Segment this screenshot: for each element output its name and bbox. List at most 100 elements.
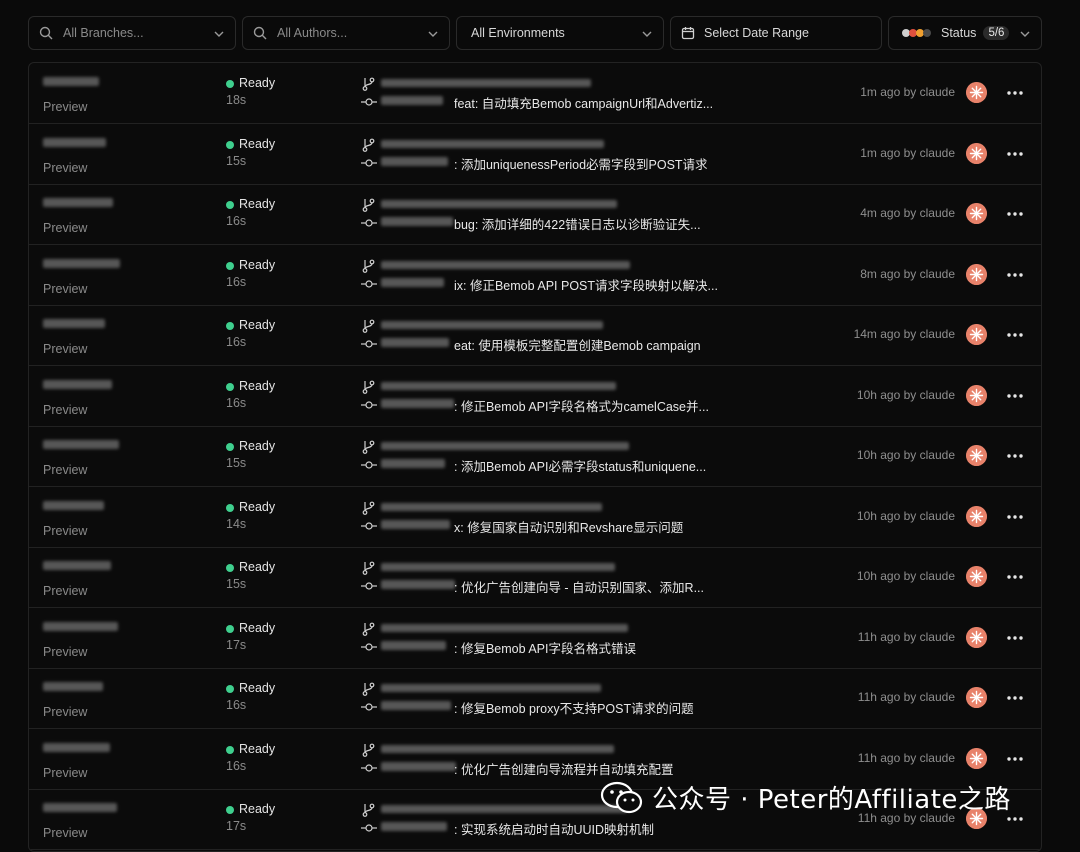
environment-filter-label: All Environments	[471, 26, 565, 40]
more-options-icon[interactable]	[1005, 567, 1025, 587]
environment-label: Preview	[43, 100, 88, 114]
author-avatar[interactable]	[966, 324, 987, 345]
branch-filter[interactable]: All Branches...	[28, 16, 236, 50]
deployment-row[interactable]: Preview Ready 14s x: 修复国家自动识别和Revshare显示…	[29, 487, 1041, 548]
deployment-author[interactable]: claude	[920, 448, 955, 462]
deployment-author[interactable]: claude	[920, 85, 955, 99]
deployment-row[interactable]: Preview Ready 16s eat: 使用模板完整配置创建Bemob c…	[29, 305, 1041, 366]
deployment-meta: 10h ago by claude	[856, 387, 955, 402]
redacted-branch-name	[381, 321, 603, 329]
git-commit-icon	[361, 582, 377, 590]
environment-filter[interactable]: All Environments	[456, 16, 664, 50]
calendar-icon	[681, 27, 695, 40]
deployment-author[interactable]: claude	[920, 569, 955, 583]
deployment-author[interactable]: claude	[920, 630, 955, 644]
more-options-icon[interactable]	[1005, 628, 1025, 648]
chevron-down-icon	[214, 31, 224, 37]
deployment-row[interactable]: Preview Ready 15s : 添加Bemob API必需字段statu…	[29, 426, 1041, 487]
build-duration: 14s	[226, 516, 247, 531]
deployment-author[interactable]: claude	[920, 267, 955, 281]
commit-message[interactable]: : 添加uniquenessPeriod必需字段到POST请求	[454, 154, 708, 173]
commit-message[interactable]: eat: 使用模板完整配置创建Bemob campaign	[454, 335, 701, 354]
status-text: Ready	[239, 439, 276, 453]
deployment-row[interactable]: Preview Ready 15s : 添加uniquenessPeriod必需…	[29, 124, 1041, 185]
deployment-author[interactable]: claude	[920, 690, 955, 704]
git-branch-icon	[362, 440, 375, 454]
author-avatar[interactable]	[966, 445, 987, 466]
more-options-icon[interactable]	[1005, 688, 1025, 708]
commit-message[interactable]: : 优化广告创建向导流程并自动填充配置	[454, 759, 673, 778]
deployment-author[interactable]: claude	[920, 327, 955, 341]
author-avatar[interactable]	[966, 263, 987, 285]
commit-message[interactable]: : 优化广告创建向导 - 自动识别国家、添加R...	[454, 577, 704, 596]
deployment-meta: 8m ago by claude	[860, 266, 955, 281]
redacted-branch-name	[381, 684, 601, 692]
commit-message[interactable]: : 添加Bemob API必需字段status和uniquene...	[454, 456, 706, 475]
deployment-row[interactable]: Preview Ready 16s ix: 修正Bemob API POST请求…	[29, 245, 1041, 306]
more-options-icon[interactable]	[1005, 83, 1025, 103]
more-options-icon[interactable]	[1005, 265, 1025, 285]
deployment-author[interactable]: claude	[920, 509, 955, 523]
deployment-time: 14m ago	[853, 327, 901, 341]
git-branch-icon	[362, 138, 375, 152]
environment-label: Preview	[43, 281, 88, 296]
status-filter[interactable]: Status 5/6	[888, 16, 1042, 50]
redacted-deployment-name	[43, 742, 110, 752]
deployment-row[interactable]: Preview Ready 18s feat: 自动填充Bemob campai…	[29, 63, 1041, 124]
chevron-down-icon	[642, 31, 652, 37]
deployment-row[interactable]: Preview Ready 17s : 修复Bemob API字段名格式错误 1…	[29, 608, 1041, 669]
more-options-icon[interactable]	[1005, 446, 1025, 466]
commit-message[interactable]: : 修复Bemob API字段名格式错误	[454, 638, 636, 657]
deployment-row[interactable]: Preview Ready 16s : 修复Bemob proxy不支持POST…	[29, 668, 1041, 729]
more-options-icon[interactable]	[1005, 749, 1025, 769]
redacted-branch-name	[381, 139, 604, 148]
commit-message[interactable]: ix: 修正Bemob API POST请求字段映射以解决...	[454, 275, 718, 294]
deployment-row[interactable]: Preview Ready 16s bug: 添加详细的422错误日志以诊断验证…	[29, 184, 1041, 245]
author-avatar[interactable]	[966, 384, 987, 406]
status-dot	[226, 322, 234, 330]
status-count-badge: 5/6	[983, 26, 1010, 40]
author-avatar[interactable]	[966, 142, 987, 164]
deployment-row[interactable]: Preview Ready 15s : 优化广告创建向导 - 自动识别国家、添加…	[29, 547, 1041, 608]
author-avatar[interactable]	[966, 505, 987, 527]
author-avatar[interactable]	[966, 82, 987, 103]
environment-label: Preview	[43, 402, 88, 417]
deployment-author[interactable]: claude	[920, 388, 955, 402]
git-branch-icon	[362, 561, 375, 575]
deployment-meta: 10h ago by claude	[856, 508, 955, 523]
author-filter[interactable]: All Authors...	[242, 16, 450, 50]
deployment-meta: 4m ago by claude	[860, 206, 955, 220]
search-icon	[253, 26, 267, 40]
redacted-commit-hash	[381, 338, 449, 347]
commit-message[interactable]: : 实现系统启动时自动UUID映射机制	[454, 819, 654, 838]
deployment-author[interactable]: claude	[920, 751, 955, 765]
deployment-row[interactable]: Preview Ready 16s : 修正Bemob API字段名格式为cam…	[29, 366, 1041, 427]
watermark-text: 公众号 · Peter的Affiliate之路	[652, 785, 1011, 815]
commit-message[interactable]: : 修复Bemob proxy不支持POST请求的问题	[454, 698, 694, 717]
commit-message[interactable]: bug: 添加详细的422错误日志以诊断验证失...	[454, 214, 701, 233]
git-commit-icon	[361, 824, 377, 832]
commit-message[interactable]: x: 修复国家自动识别和Revshare显示问题	[454, 517, 683, 536]
author-avatar[interactable]	[966, 566, 987, 587]
more-options-icon[interactable]	[1005, 325, 1025, 345]
more-options-icon[interactable]	[1005, 144, 1025, 164]
more-options-icon[interactable]	[1005, 204, 1025, 224]
author-avatar[interactable]	[966, 203, 987, 224]
date-range-picker[interactable]: Select Date Range	[670, 16, 882, 50]
author-avatar[interactable]	[966, 687, 987, 708]
redacted-branch-name	[381, 200, 617, 208]
more-options-icon[interactable]	[1005, 386, 1025, 406]
deployment-author[interactable]: claude	[920, 206, 955, 220]
deployment-author[interactable]: claude	[920, 146, 955, 160]
commit-message[interactable]: feat: 自动填充Bemob campaignUrl和Advertiz...	[454, 93, 713, 112]
redacted-deployment-name	[43, 803, 117, 812]
environment-label: Preview	[43, 765, 88, 780]
git-branch-icon	[362, 682, 375, 696]
author-avatar[interactable]	[966, 747, 987, 769]
more-options-icon[interactable]	[1005, 507, 1025, 527]
author-avatar[interactable]	[966, 626, 987, 648]
commit-message[interactable]: : 修正Bemob API字段名格式为camelCase并...	[454, 396, 709, 415]
date-range-label: Select Date Range	[704, 26, 809, 40]
git-branch-icon	[362, 319, 375, 333]
redacted-deployment-name	[43, 379, 112, 389]
